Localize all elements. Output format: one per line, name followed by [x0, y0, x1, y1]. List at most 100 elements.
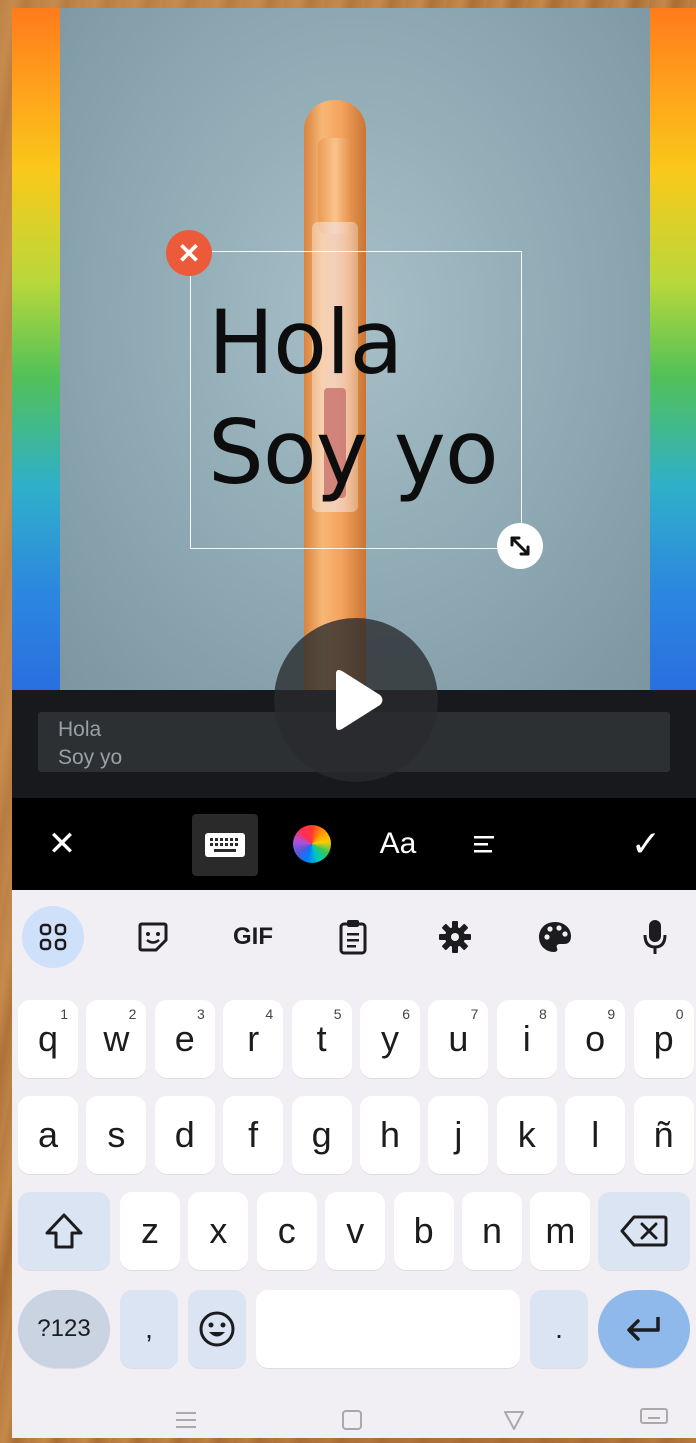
- resize-icon: [510, 536, 530, 556]
- recents-icon[interactable]: [174, 1408, 198, 1432]
- key-x[interactable]: x: [188, 1192, 249, 1270]
- key-hint: 6: [402, 1006, 410, 1022]
- gif-label: GIF: [233, 923, 273, 950]
- key-c[interactable]: c: [256, 1192, 317, 1270]
- key-z[interactable]: z: [120, 1192, 180, 1270]
- key-label: u: [448, 1018, 469, 1059]
- key-o[interactable]: o9: [565, 1000, 626, 1078]
- close-icon: ✕: [177, 237, 201, 269]
- key-label: q: [37, 1018, 59, 1059]
- key-h[interactable]: h: [360, 1096, 420, 1174]
- text-tools-bar: ✕ Aa ✓: [12, 798, 696, 890]
- key-r[interactable]: r4: [223, 1000, 284, 1078]
- home-icon[interactable]: [340, 1408, 364, 1432]
- key-label: w: [103, 1018, 130, 1059]
- key-hint: 5: [333, 1006, 342, 1022]
- key-ñ[interactable]: ñ: [633, 1096, 694, 1174]
- key-a[interactable]: a: [18, 1096, 78, 1174]
- phone-screen: Hola Soy yo ✕ Hola Soy yo ✕ Aa ✓ GIF q 1…: [12, 8, 696, 1438]
- key-g[interactable]: g: [291, 1096, 352, 1174]
- key-label: i: [522, 1018, 531, 1059]
- key-s[interactable]: s: [86, 1096, 147, 1174]
- key-label: p: [653, 1018, 674, 1059]
- key-l[interactable]: l: [565, 1096, 626, 1174]
- palette-icon: [539, 922, 571, 952]
- keyboard-tab[interactable]: [192, 814, 258, 876]
- key-hint: 8: [539, 1006, 547, 1022]
- key-k[interactable]: k: [496, 1096, 557, 1174]
- key-t[interactable]: t5: [291, 1000, 352, 1078]
- align-tab[interactable]: [454, 798, 514, 890]
- clipboard-button[interactable]: [322, 906, 384, 968]
- key-q[interactable]: q1: [18, 1000, 78, 1078]
- theme-button[interactable]: [524, 906, 586, 968]
- shift-icon: [45, 1213, 83, 1249]
- font-icon: Aa: [379, 827, 417, 860]
- period-key[interactable]: .: [530, 1290, 588, 1368]
- key-j[interactable]: j: [428, 1096, 489, 1174]
- close-icon: ✕: [47, 825, 77, 863]
- key-p[interactable]: p0: [633, 1000, 694, 1078]
- key-hint: 3: [197, 1006, 205, 1022]
- key-hint: 4: [265, 1006, 274, 1022]
- key-m[interactable]: m: [530, 1192, 591, 1270]
- key-w[interactable]: w2: [86, 1000, 147, 1078]
- sticker-line-2: Soy yo: [208, 401, 499, 504]
- key-hint: 0: [675, 1006, 684, 1022]
- video-preview[interactable]: Hola Soy yo ✕: [12, 8, 696, 690]
- soft-keyboard: GIF q 1 w 2 e 3 r 4 t 5 y 6 u 7 i 8 o 9 …: [12, 890, 696, 1438]
- apps-button[interactable]: [22, 906, 84, 968]
- align-icon: [474, 836, 494, 853]
- comma-key[interactable]: ,: [120, 1290, 178, 1368]
- system-nav-bar: [12, 1402, 696, 1438]
- key-f[interactable]: f: [223, 1096, 284, 1174]
- key-u[interactable]: u7: [428, 1000, 489, 1078]
- key-hint: 9: [607, 1006, 616, 1022]
- key-label: o: [585, 1018, 606, 1059]
- settings-button[interactable]: [424, 906, 486, 968]
- enter-key[interactable]: [598, 1290, 690, 1368]
- close-button[interactable]: ✕: [32, 798, 92, 890]
- key-label: r: [247, 1018, 260, 1059]
- color-wheel-icon: [293, 825, 331, 863]
- key-n[interactable]: n: [462, 1192, 522, 1270]
- space-key[interactable]: [256, 1290, 520, 1368]
- key-hint: 7: [470, 1006, 479, 1022]
- key-b[interactable]: b: [393, 1192, 454, 1270]
- font-tab[interactable]: Aa: [368, 798, 428, 890]
- key-d[interactable]: d: [154, 1096, 215, 1174]
- backspace-key[interactable]: [598, 1192, 690, 1270]
- text-sticker[interactable]: Hola Soy yo: [208, 288, 499, 508]
- delete-sticker-button[interactable]: ✕: [166, 230, 212, 276]
- key-label: e: [174, 1018, 195, 1059]
- key-v[interactable]: v: [325, 1192, 386, 1270]
- back-icon[interactable]: [502, 1408, 526, 1432]
- hide-keyboard-icon[interactable]: [640, 1408, 668, 1428]
- backspace-icon: [620, 1215, 668, 1247]
- play-icon: [336, 670, 383, 730]
- check-icon: ✓: [630, 823, 662, 864]
- clipboard-icon: [339, 920, 367, 955]
- shift-key[interactable]: [18, 1192, 110, 1270]
- apps-grid-icon: [39, 923, 67, 951]
- key-hint: 2: [128, 1006, 137, 1022]
- voice-input-button[interactable]: [624, 906, 686, 968]
- key-y[interactable]: y6: [360, 1000, 420, 1078]
- gif-button[interactable]: GIF: [222, 906, 284, 968]
- confirm-button[interactable]: ✓: [616, 798, 676, 890]
- color-tab[interactable]: [282, 798, 342, 890]
- emoji-icon: [199, 1311, 235, 1347]
- key-hint: 1: [60, 1006, 68, 1022]
- settings-icon: [439, 921, 471, 953]
- key-label: t: [316, 1018, 327, 1059]
- play-button[interactable]: [274, 618, 438, 782]
- key-i[interactable]: i8: [496, 1000, 557, 1078]
- sticker-button[interactable]: [122, 906, 184, 968]
- emoji-key[interactable]: [188, 1290, 246, 1368]
- key-label: y: [381, 1018, 399, 1059]
- resize-handle[interactable]: [497, 523, 543, 569]
- sticker-line-1: Hola: [208, 291, 403, 394]
- mic-icon: [643, 920, 667, 954]
- key-e[interactable]: e3: [154, 1000, 215, 1078]
- symbols-key[interactable]: ?123: [18, 1290, 110, 1368]
